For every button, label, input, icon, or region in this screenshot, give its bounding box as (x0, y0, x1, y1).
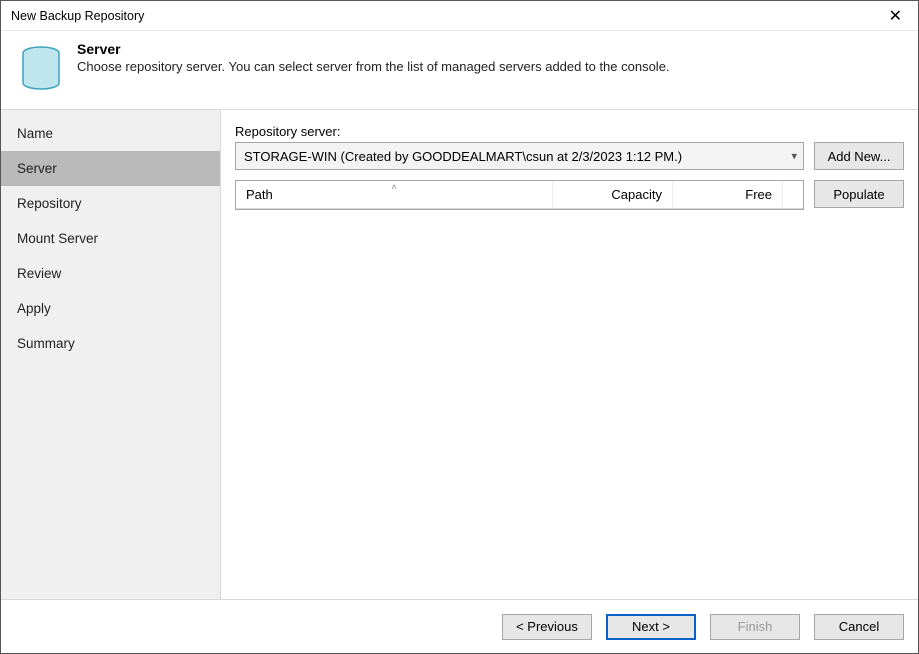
col-scroll-gutter (783, 181, 803, 208)
window-title: New Backup Repository (11, 9, 144, 23)
header-title: Server (77, 41, 670, 57)
table-header: ˄ Path Capacity Free (236, 181, 803, 209)
add-new-button[interactable]: Add New... (814, 142, 904, 170)
step-review[interactable]: Review (1, 256, 220, 291)
step-mount-server[interactable]: Mount Server (1, 221, 220, 256)
next-button[interactable]: Next > (606, 614, 696, 640)
previous-button[interactable]: < Previous (502, 614, 592, 640)
repo-server-label: Repository server: (235, 124, 904, 139)
step-repository[interactable]: Repository (1, 186, 220, 221)
wizard-window: New Backup Repository ✕ Server Choose re… (0, 0, 919, 654)
repo-server-value: STORAGE-WIN (Created by GOODDEALMART\csu… (244, 149, 682, 164)
header-subtitle: Choose repository server. You can select… (77, 59, 670, 74)
volumes-table: ˄ Path Capacity Free (235, 180, 804, 210)
wizard-steps-sidebar: Name Server Repository Mount Server Revi… (1, 110, 221, 599)
col-free[interactable]: Free (673, 181, 783, 208)
title-bar: New Backup Repository ✕ (1, 1, 918, 31)
step-name[interactable]: Name (1, 116, 220, 151)
step-summary[interactable]: Summary (1, 326, 220, 361)
wizard-header: Server Choose repository server. You can… (1, 31, 918, 110)
col-capacity[interactable]: Capacity (553, 181, 673, 208)
step-server[interactable]: Server (1, 151, 220, 186)
step-apply[interactable]: Apply (1, 291, 220, 326)
close-icon[interactable]: ✕ (883, 6, 908, 26)
sort-asc-icon: ˄ (391, 182, 396, 192)
col-path[interactable]: ˄ Path (236, 181, 553, 208)
repo-server-combobox[interactable]: STORAGE-WIN (Created by GOODDEALMART\csu… (235, 142, 804, 170)
chevron-down-icon: ▾ (791, 150, 797, 163)
main-panel: Repository server: STORAGE-WIN (Created … (221, 110, 918, 599)
database-icon (19, 43, 63, 95)
populate-button[interactable]: Populate (814, 180, 904, 208)
wizard-footer: < Previous Next > Finish Cancel (1, 599, 918, 653)
finish-button: Finish (710, 614, 800, 640)
cancel-button[interactable]: Cancel (814, 614, 904, 640)
